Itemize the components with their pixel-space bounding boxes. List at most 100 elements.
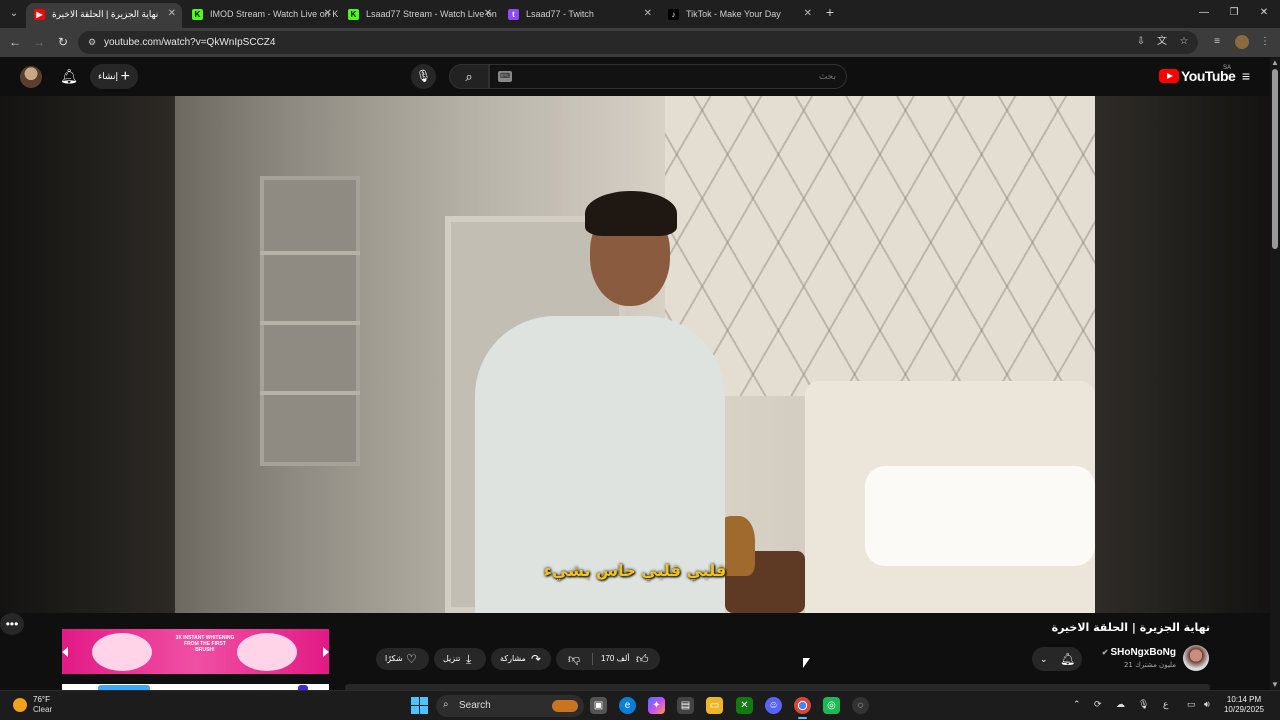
- guide-menu-icon[interactable]: ≡: [1239, 69, 1253, 83]
- new-tab-icon[interactable]: +: [822, 4, 838, 20]
- discord-icon[interactable]: ☺: [765, 697, 782, 714]
- tab-imod-kick[interactable]: K IMOD Stream - Watch Live on Kick ✕: [184, 3, 338, 28]
- windows-start-icon[interactable]: [411, 697, 428, 714]
- taskbar-search[interactable]: ⌕ Search: [436, 695, 584, 717]
- bookmark-star-icon[interactable]: ☆: [1177, 35, 1191, 49]
- edge-browser-icon[interactable]: e: [619, 697, 636, 714]
- tab-youtube[interactable]: ▶ نهاية الجزيرة | الحلقة الاخيرة ✕: [26, 3, 182, 28]
- chevron-down-icon: ⌄: [1040, 654, 1048, 664]
- voice-search-mic-icon[interactable]: 🎙︎: [411, 64, 436, 89]
- page-scrollbar[interactable]: ▲ ▼: [1270, 57, 1280, 690]
- tab-twitch[interactable]: t Lsaad77 - Twitch ✕: [500, 3, 658, 28]
- microsoft-store-icon[interactable]: ▤: [677, 697, 694, 714]
- ad-arrow-left-icon: [62, 647, 68, 657]
- forward-icon[interactable]: →: [31, 34, 47, 50]
- ad-banner[interactable]: 3X INSTANT WHITENING FROM THE FIRST BRUS…: [62, 629, 329, 674]
- url-text: youtube.com/watch?v=QkWnIpSCCZ4: [104, 37, 276, 48]
- channel-name-text[interactable]: SHoNgxBoNg: [1110, 647, 1176, 658]
- search-box[interactable]: ⌨: [489, 64, 847, 89]
- share-arrow-icon: ↷: [531, 652, 542, 666]
- task-view-icon[interactable]: ▣: [590, 697, 607, 714]
- close-tab-icon[interactable]: ✕: [644, 3, 652, 25]
- show-hidden-icons-icon[interactable]: ⌃: [1073, 699, 1081, 710]
- shelf-divider: [260, 321, 360, 325]
- tab-lsaad-kick[interactable]: K Lsaad77 Stream - Watch Live on Kick ✕: [340, 3, 498, 28]
- like-icon[interactable]: 👍︎: [636, 648, 649, 670]
- youtube-header: 🔔︎ إنشاء + 🎙︎ ⌕ ⌨ YouTube SA ≡: [0, 57, 1280, 96]
- copilot-icon[interactable]: ✦: [648, 697, 665, 714]
- like-count[interactable]: 170 ألف: [601, 648, 630, 670]
- account-avatar[interactable]: [20, 66, 42, 88]
- clock-date: 10/29/2025: [1223, 705, 1265, 714]
- channel-name[interactable]: ✔ SHoNgxBoNg: [1096, 647, 1176, 658]
- video-player[interactable]: قلبي قلبي حاس بشيء: [0, 96, 1270, 613]
- close-tab-icon[interactable]: ✕: [804, 3, 812, 25]
- scroll-up-arrow-icon[interactable]: ▲: [1271, 58, 1279, 67]
- youtube-play-icon: [1159, 69, 1179, 83]
- search-highlight-icon: [552, 700, 578, 712]
- microphone-icon[interactable]: 🎙︎: [1138, 699, 1149, 710]
- notifications-bell-icon[interactable]: 🔔︎: [60, 67, 78, 85]
- search-icon: ⌕: [465, 69, 473, 84]
- restore-icon[interactable]: ❐: [1224, 4, 1244, 22]
- more-actions-icon[interactable]: •••: [0, 613, 24, 635]
- onedrive-cloud-icon[interactable]: ☁: [1116, 699, 1125, 710]
- region-code: SA: [1223, 65, 1232, 71]
- minimize-icon[interactable]: —: [1194, 4, 1214, 22]
- volume-icon[interactable]: 🔊︎: [1204, 699, 1210, 710]
- close-tab-icon[interactable]: ✕: [168, 3, 176, 25]
- ad-text: 3X INSTANT WHITENING FROM THE FIRST BRUS…: [175, 635, 235, 653]
- search-input[interactable]: [536, 69, 836, 85]
- keyboard-icon[interactable]: ⌨: [498, 71, 512, 82]
- tab-search-icon[interactable]: ⌄: [4, 4, 24, 24]
- divider: [592, 653, 593, 665]
- browser-menu-icon[interactable]: ⋮: [1258, 35, 1272, 49]
- site-info-icon[interactable]: ⚙: [86, 36, 98, 48]
- create-button[interactable]: إنشاء +: [90, 64, 138, 89]
- channel-avatar[interactable]: [1183, 645, 1209, 671]
- tab-title: نهاية الجزيرة | الحلقة الاخيرة: [52, 9, 159, 19]
- video-frame: [175, 96, 1095, 613]
- reading-list-icon[interactable]: ≡: [1210, 35, 1224, 49]
- thanks-button[interactable]: شكرًا ♡: [376, 648, 429, 670]
- weather-condition[interactable]: Clear: [33, 705, 52, 714]
- quilted-wall: [665, 96, 1095, 396]
- youtube-logo[interactable]: YouTube SA: [1159, 65, 1236, 87]
- tab-title: TikTok - Make Your Day: [686, 9, 781, 19]
- chrome-icon[interactable]: [794, 697, 811, 719]
- file-explorer-icon[interactable]: ▭: [706, 697, 723, 714]
- network-icon[interactable]: ▭: [1187, 699, 1196, 710]
- scroll-down-arrow-icon[interactable]: ▼: [1271, 680, 1279, 689]
- shelf-divider: [260, 251, 360, 255]
- reload-icon[interactable]: ↻: [55, 34, 71, 50]
- close-tab-icon[interactable]: ✕: [324, 3, 332, 25]
- input-language[interactable]: ع: [1163, 699, 1168, 710]
- subscribed-button[interactable]: ⌄ 🔔︎: [1032, 647, 1082, 671]
- pillow: [865, 466, 1095, 566]
- snipping-tool-icon[interactable]: ◌: [852, 697, 869, 714]
- scrollbar-thumb[interactable]: [1272, 69, 1278, 249]
- system-clock[interactable]: 10:14 PM 10/29/2025: [1220, 695, 1268, 715]
- xbox-icon[interactable]: ✕: [736, 697, 753, 714]
- ad-arrow-right-icon: [323, 647, 329, 657]
- dislike-icon[interactable]: 👎︎: [568, 648, 580, 670]
- app-icon[interactable]: ◎: [823, 697, 840, 714]
- tiktok-favicon-icon: ♪: [668, 9, 679, 20]
- tab-title: Lsaad77 Stream - Watch Live on Kick: [366, 9, 498, 19]
- weather-moon-icon[interactable]: [13, 698, 27, 712]
- back-icon[interactable]: ←: [7, 34, 23, 50]
- tab-tiktok[interactable]: ♪ TikTok - Make Your Day ✕: [660, 3, 818, 28]
- close-window-icon[interactable]: ✕: [1254, 4, 1274, 22]
- share-button[interactable]: مشاركة ↷: [491, 648, 551, 670]
- browser-profile-avatar[interactable]: [1235, 35, 1249, 49]
- close-tab-icon[interactable]: ✕: [484, 3, 492, 25]
- translate-icon[interactable]: 文: [1155, 35, 1169, 49]
- download-button[interactable]: تنزيل ⤓: [434, 648, 486, 670]
- weather-temperature[interactable]: 76°F: [33, 695, 50, 704]
- sync-icon[interactable]: ⟳: [1094, 699, 1102, 710]
- create-label: إنشاء: [98, 71, 119, 81]
- address-bar[interactable]: ⚙ youtube.com/watch?v=QkWnIpSCCZ4: [78, 31, 1198, 54]
- like-dislike-group: 👎︎ 170 ألف 👍︎: [556, 648, 660, 670]
- install-app-icon[interactable]: ⇩: [1134, 35, 1148, 49]
- search-button[interactable]: ⌕: [449, 64, 489, 89]
